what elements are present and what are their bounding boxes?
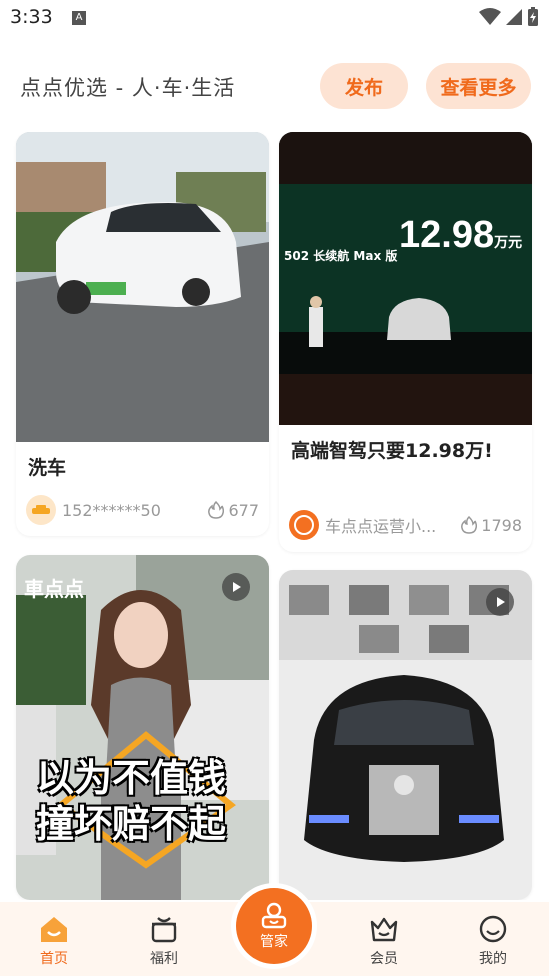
play-icon: [497, 597, 505, 607]
white-tesla-photo: [16, 132, 269, 442]
likes-count: 1798: [481, 515, 522, 535]
nav-member-label: 会员: [370, 951, 398, 967]
signal-icon: [506, 9, 522, 25]
feed[interactable]: 洗车 152******50 677 12.98万元 502 长续航 Max 版…: [0, 132, 549, 900]
card-meta: 152******50 677: [26, 494, 259, 526]
feed-card[interactable]: 12.98万元 502 长续航 Max 版 高端智驾只要12.98万! 车点点运…: [279, 132, 532, 552]
status-bar: 3:33 A: [0, 0, 549, 36]
home-icon: [41, 917, 67, 942]
feed-card[interactable]: 洗车 152******50 677: [16, 132, 269, 536]
nav-mine[interactable]: 我的: [453, 914, 533, 972]
notification-icon: A: [72, 11, 86, 25]
steward-icon: [261, 902, 287, 929]
steward-label: 管家: [260, 934, 288, 950]
smile-icon: [479, 915, 507, 943]
video-caption-line2: 撞坏赔不起: [36, 802, 227, 846]
nav-home-label: 首页: [40, 951, 68, 967]
card-meta: 车点点运营小... 1798: [289, 509, 522, 541]
card-title: 高端智驾只要12.98万!: [291, 440, 493, 462]
brand-title: 点点优选 - 人·车·生活: [20, 76, 236, 100]
launch-price: 12.98万元: [399, 214, 523, 256]
play-button[interactable]: [222, 573, 250, 601]
nav-mine-label: 我的: [479, 951, 507, 967]
nav-welfare-label: 福利: [150, 951, 178, 967]
status-icons: [479, 7, 539, 27]
video-logo: 車点点: [24, 577, 84, 601]
black-van-video-thumbnail: [279, 570, 532, 900]
nav-welfare[interactable]: 福利: [124, 914, 204, 972]
steward-button[interactable]: 管家: [236, 888, 312, 964]
likes[interactable]: 1798: [461, 516, 522, 535]
likes[interactable]: 677: [208, 501, 259, 520]
card-title: 洗车: [28, 457, 67, 479]
header: 点点优选 - 人·车·生活 发布 查看更多: [0, 60, 549, 116]
launch-model: 502 长续航 Max 版: [284, 249, 398, 263]
feed-card[interactable]: [279, 570, 532, 900]
status-time: 3:33: [10, 6, 53, 28]
crown-icon: [370, 917, 398, 942]
author-name: 车点点运营小...: [325, 517, 437, 536]
see-more-button[interactable]: 查看更多: [426, 63, 531, 109]
play-button[interactable]: [486, 588, 514, 616]
nav-home[interactable]: 首页: [14, 914, 94, 972]
author-name: 152******50: [62, 500, 161, 520]
woman-video-thumbnail: 車点点 以为不值钱 撞坏赔不起: [16, 555, 269, 900]
avatar: [26, 495, 56, 525]
likes-count: 677: [228, 500, 259, 520]
feed-card[interactable]: 車点点 以为不值钱 撞坏赔不起: [16, 555, 269, 900]
flame-icon: [208, 501, 225, 519]
battery-icon: [528, 7, 538, 26]
avatar: [289, 510, 319, 540]
flame-icon: [461, 516, 478, 534]
launch-event-photo: 12.98万元 502 长续航 Max 版: [279, 132, 532, 425]
wifi-icon: [479, 8, 501, 25]
play-icon: [233, 582, 241, 592]
nav-member[interactable]: 会员: [344, 914, 424, 972]
publish-button[interactable]: 发布: [320, 63, 408, 109]
gift-icon: [151, 917, 177, 943]
